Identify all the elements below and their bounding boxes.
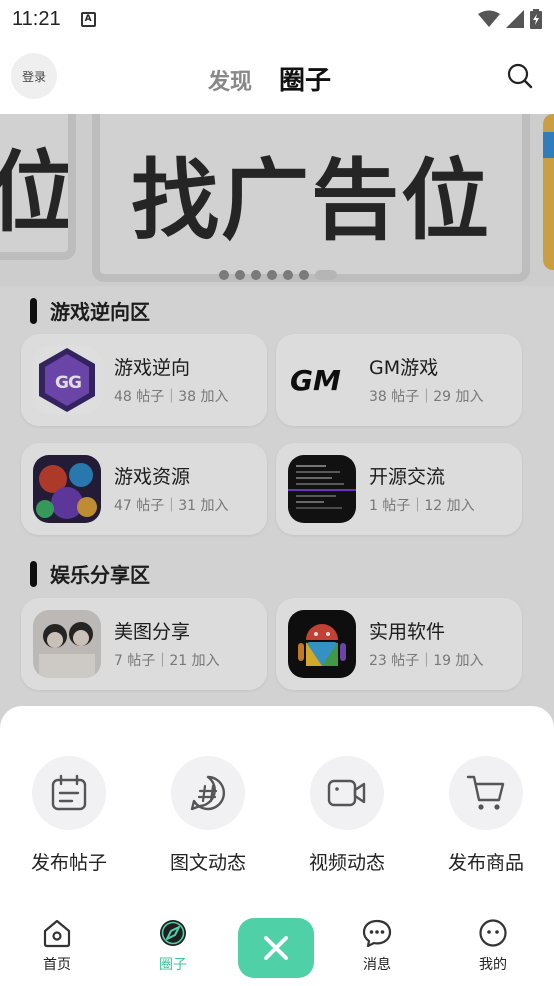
game-art-icon [33,455,101,523]
circle-card[interactable]: GM GM游戏 38 帖子｜29 加入 [276,334,522,426]
publish-product-action[interactable]: 发布商品 [431,756,541,875]
face-icon [479,919,507,947]
circle-card[interactable]: 美图分享 7 帖子｜21 加入 [21,598,267,690]
calendar-icon [51,774,87,811]
wifi-icon [478,10,500,27]
banner-prev-card[interactable]: 位 [0,114,76,260]
nav-mine[interactable]: 我的 [463,916,523,974]
circle-name: 美图分享 [114,621,191,643]
circle-card[interactable]: 开源交流 1 帖子｜12 加入 [276,443,522,535]
section-title-text: 娱乐分享区 [50,563,150,587]
circle-stats: 1 帖子｜12 加入 [369,498,475,514]
home-icon [43,919,71,948]
circle-name: 游戏逆向 [114,357,191,379]
close-publish-button[interactable] [238,918,314,978]
banner-card[interactable]: 找广告位 [92,114,530,282]
carousel-dot-active [315,270,337,280]
android-icon [288,610,356,678]
action-label: 图文动态 [169,852,246,874]
login-button[interactable]: 登录 [11,53,57,99]
nav-label: 消息 [363,957,391,973]
carousel-dots [219,270,337,280]
circle-name: 游戏资源 [114,466,191,488]
circle-stats: 7 帖子｜21 加入 [114,653,220,669]
nav-home[interactable]: 首页 [27,916,87,974]
nav-circle[interactable]: 圈子 [143,916,203,974]
action-circle[interactable] [449,756,523,830]
section-title: 游戏逆向区 [30,296,150,325]
banner-prev-text: 位 [0,122,68,249]
carousel-dot [251,270,261,280]
top-header: 登录 发现 圈子 [0,38,554,114]
terminal-icon [288,455,356,523]
status-time: 11:21 [12,7,61,30]
banner-carousel[interactable]: 位 找广告位 [0,114,554,286]
action-label: 发布帖子 [30,852,107,874]
circle-name: 开源交流 [369,466,446,488]
circle-stats: 47 帖子｜31 加入 [114,498,229,514]
section-title: 娱乐分享区 [30,559,150,588]
video-camera-icon [327,779,366,807]
section-title-text: 游戏逆向区 [50,300,150,324]
tab-discover[interactable]: 发现 [208,64,252,96]
status-bar: 11:21 A [0,0,554,38]
nav-label: 首页 [43,957,71,973]
banner-text: 找广告位 [130,148,491,252]
signal-icon [506,10,524,28]
hashtag-bubble-icon [190,775,226,811]
action-label: 发布商品 [447,852,524,874]
carousel-dot [267,270,277,280]
carousel-dot [299,270,309,280]
circle-stats: 23 帖子｜19 加入 [369,653,484,669]
circle-card[interactable]: 实用软件 23 帖子｜19 加入 [276,598,522,690]
svg-text:G: G [68,373,82,393]
action-circle[interactable] [32,756,106,830]
gg-icon: G G [33,346,101,414]
image-post-action[interactable]: 图文动态 [153,756,263,875]
photo-icon [33,610,101,678]
carousel-dot [235,270,245,280]
publish-post-action[interactable]: 发布帖子 [14,756,124,875]
nav-label: 我的 [479,957,507,973]
compass-icon [160,920,186,946]
action-circle[interactable] [310,756,384,830]
banner-next-card[interactable] [543,114,554,270]
nav-label: 圈子 [159,957,187,973]
carousel-dot [283,270,293,280]
section-bar [30,297,37,324]
carousel-dot [219,270,229,280]
gm-icon: GM [288,346,356,414]
chat-bubble-icon [362,919,392,948]
close-icon [264,936,288,960]
circle-stats: 48 帖子｜38 加入 [114,389,229,405]
search-icon[interactable] [507,63,533,89]
tab-circle[interactable]: 圈子 [279,60,331,97]
circle-card[interactable]: 游戏资源 47 帖子｜31 加入 [21,443,267,535]
shopping-cart-icon [466,775,505,810]
status-icons [478,9,542,29]
nav-messages[interactable]: 消息 [347,916,407,974]
svg-text:G: G [55,373,69,393]
battery-icon [530,9,542,29]
action-label: 视频动态 [308,852,385,874]
svg-text:GM: GM [290,364,341,397]
notification-icon: A [80,11,96,27]
section-bar [30,560,37,587]
video-post-action[interactable]: 视频动态 [292,756,402,875]
action-circle[interactable] [171,756,245,830]
circle-name: GM游戏 [369,357,439,379]
circle-name: 实用软件 [369,621,446,643]
circle-stats: 38 帖子｜29 加入 [369,389,484,405]
circle-card[interactable]: G G 游戏逆向 48 帖子｜38 加入 [21,334,267,426]
